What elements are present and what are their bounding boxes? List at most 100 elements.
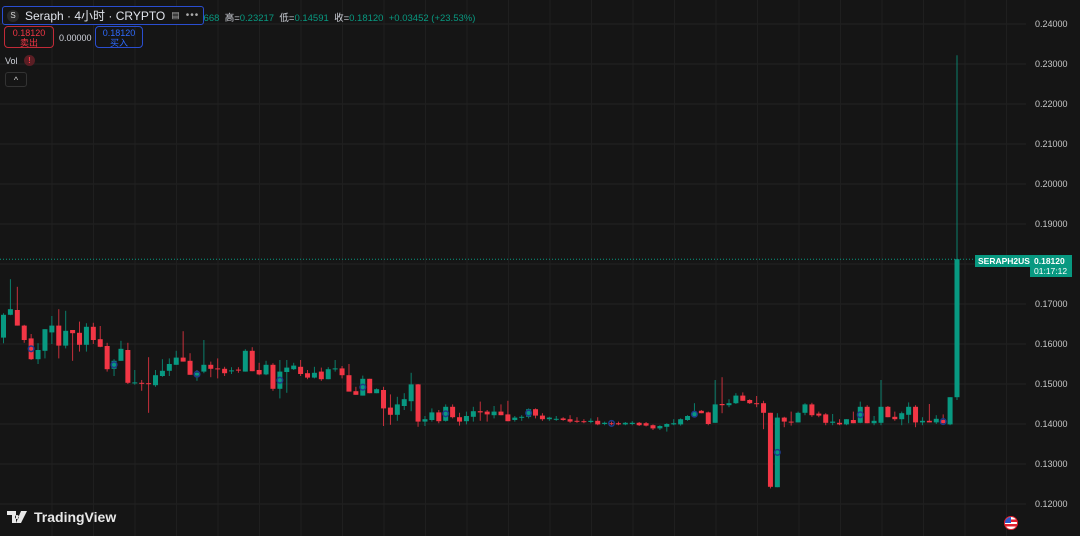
candle <box>305 370 311 380</box>
candle-body <box>187 360 193 375</box>
candle-body <box>830 421 836 423</box>
us-flag-icon[interactable] <box>1004 516 1018 530</box>
symbol-title: Seraph · 4小时 · CRYPTO <box>25 9 166 23</box>
candle <box>90 322 96 344</box>
candle <box>574 417 580 423</box>
candle <box>318 367 324 381</box>
symbol-title-box[interactable]: S Seraph · 4小时 · CRYPTO ▤ ••• <box>2 6 205 25</box>
candle <box>21 324 27 343</box>
candle-body <box>484 411 490 415</box>
collapse-chevron-icon[interactable]: ^ <box>5 72 27 87</box>
candle <box>132 370 138 385</box>
candle-body <box>222 368 228 374</box>
candle <box>726 399 732 408</box>
candle <box>125 342 131 384</box>
candle <box>553 416 559 421</box>
candle-body <box>512 417 518 420</box>
candle-body <box>387 407 393 415</box>
candle-body <box>664 424 670 427</box>
candle-body <box>754 403 760 405</box>
candle <box>533 408 539 419</box>
candle-body <box>14 310 20 326</box>
candle <box>83 323 89 352</box>
candle-body <box>913 406 919 423</box>
candle-body <box>650 425 656 429</box>
candle-body <box>436 412 442 422</box>
candle-body <box>761 403 767 413</box>
candle <box>837 419 843 426</box>
candle <box>173 350 179 365</box>
candle-body <box>802 404 808 413</box>
candle-body <box>56 325 62 346</box>
candle <box>201 340 207 374</box>
candle-body <box>470 411 476 417</box>
candle-body <box>7 309 13 315</box>
candle-body <box>498 411 504 416</box>
candlestick-chart[interactable]: 0.24000 0.23000 0.22000 0.21000 0.20000 0.190… <box>0 0 1080 536</box>
candle <box>498 404 504 416</box>
candle <box>823 413 829 426</box>
candle <box>215 358 221 379</box>
candle-body <box>318 371 324 380</box>
candle-body <box>180 357 186 362</box>
candle-body <box>837 422 843 425</box>
candle <box>35 343 41 364</box>
y-tick-label: 0.13000 <box>1035 459 1068 469</box>
candle <box>678 418 684 426</box>
warning-icon[interactable]: ! <box>24 55 35 66</box>
candle <box>229 367 235 374</box>
candle <box>906 402 912 424</box>
last-price: 0.18120 <box>1034 256 1065 266</box>
flag-icon[interactable]: ▤ <box>171 10 180 21</box>
candle-body <box>450 406 456 418</box>
candle <box>885 406 891 418</box>
more-dots-icon[interactable]: ••• <box>186 10 200 21</box>
candle <box>463 411 469 425</box>
candle-body <box>609 423 615 425</box>
candle-body <box>298 366 304 374</box>
volume-indicator-label[interactable]: Vol <box>5 56 18 66</box>
candle <box>208 361 214 378</box>
candle-body <box>588 420 594 422</box>
candle-body <box>581 421 587 423</box>
candle <box>816 411 822 418</box>
candle <box>698 410 704 414</box>
candle <box>367 378 373 394</box>
candle-body <box>408 384 414 402</box>
candle <box>180 331 186 362</box>
candle-body <box>553 418 559 420</box>
candle <box>1 313 6 344</box>
candle-body <box>401 399 407 406</box>
candle-body <box>305 373 311 378</box>
candle-body <box>339 368 345 376</box>
candle-body <box>284 367 290 372</box>
candle-body <box>574 420 580 422</box>
tradingview-logo[interactable]: TradingView <box>7 509 116 525</box>
candle <box>629 421 635 426</box>
candle <box>588 418 594 424</box>
candle <box>235 367 241 373</box>
buy-button[interactable]: 0.18120 买入 <box>95 26 143 48</box>
candle <box>795 411 801 423</box>
candle <box>705 411 711 426</box>
sell-button[interactable]: 0.18120 卖出 <box>4 26 54 48</box>
candle-body <box>381 390 387 409</box>
candle <box>754 396 760 408</box>
candle-body <box>77 332 83 345</box>
candle-body <box>678 419 684 425</box>
candle-body <box>567 419 573 422</box>
candle <box>159 359 165 377</box>
candle <box>401 393 407 410</box>
candle <box>519 415 525 421</box>
candle <box>153 370 159 387</box>
candle-body <box>788 421 794 423</box>
candle <box>298 360 304 376</box>
candle <box>926 404 932 423</box>
candle-body <box>892 416 898 420</box>
candle-body <box>899 413 905 420</box>
tradingview-logo-icon <box>7 511 27 523</box>
candle <box>671 419 677 426</box>
candle-body <box>622 422 628 425</box>
candle-body <box>28 338 34 360</box>
candle <box>712 380 718 423</box>
